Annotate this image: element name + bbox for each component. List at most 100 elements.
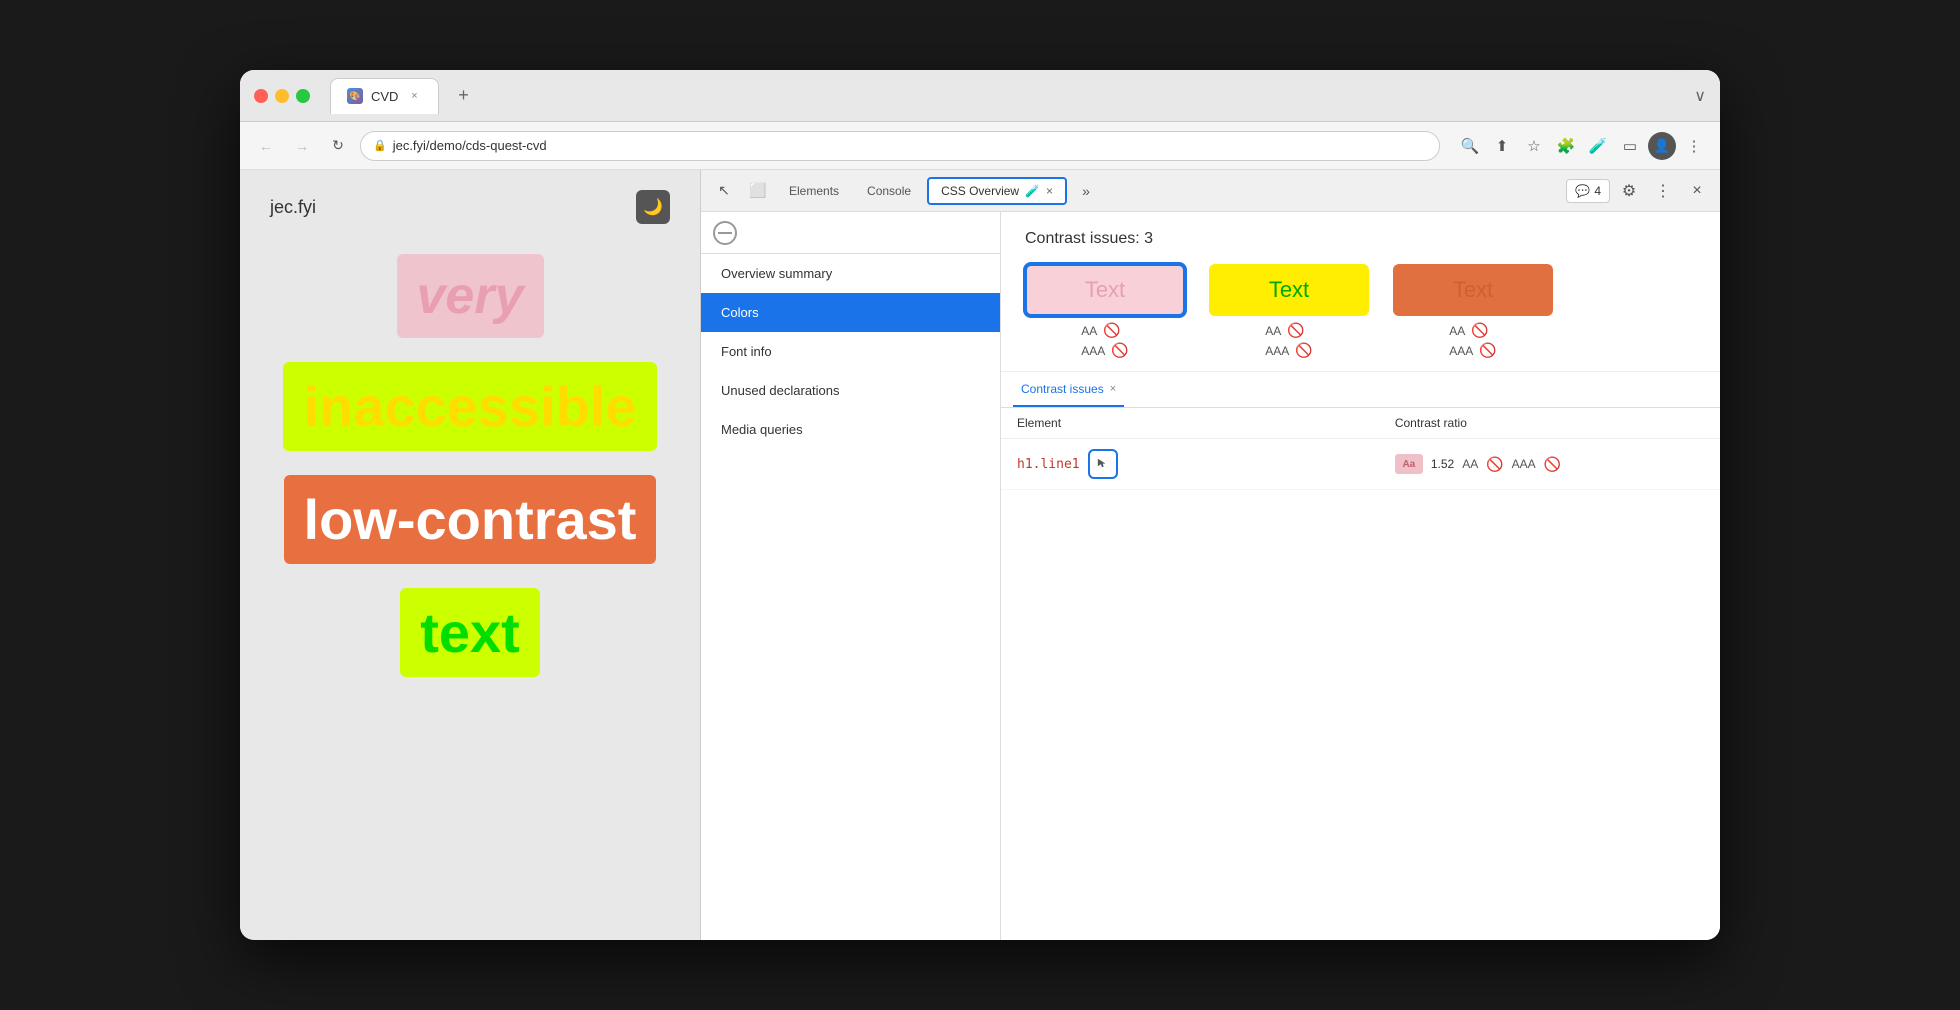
sidebar-item-overview-summary[interactable]: Overview summary	[701, 254, 1000, 293]
inspect-element-button[interactable]	[1088, 449, 1118, 479]
css-overview-label: CSS Overview	[941, 184, 1019, 198]
inspect-element-icon[interactable]: ↖	[709, 176, 739, 206]
new-tab-button[interactable]: +	[449, 82, 477, 110]
contrast-box-3[interactable]: Text	[1393, 264, 1553, 316]
tab-close-button[interactable]: ×	[406, 88, 422, 104]
lock-icon: 🔒	[373, 139, 387, 152]
navigation-bar: ← → ↻ 🔒 jec.fyi/demo/cds-quest-cvd 🔍 ⬆ ☆…	[240, 122, 1720, 170]
bottom-tabs: Contrast issues ×	[1001, 372, 1720, 408]
css-overview-close[interactable]: ×	[1046, 184, 1053, 198]
main-content: jec.fyi 🌙 very inaccessible low-contrast…	[240, 170, 1720, 940]
contrast-issues-tab[interactable]: Contrast issues ×	[1013, 372, 1124, 407]
sidebar-item-colors[interactable]: Colors	[701, 293, 1000, 332]
menu-icon[interactable]: ⋮	[1680, 132, 1708, 160]
color-swatch: Aa	[1395, 454, 1423, 474]
element-cell: h1.line1	[1017, 449, 1395, 479]
contrast-issues-tab-label: Contrast issues	[1021, 382, 1104, 396]
aaa-no-sign-3: 🚫	[1479, 342, 1496, 359]
sidebar-item-unused-declarations[interactable]: Unused declarations	[701, 371, 1000, 410]
devtools-header: ↖ ⬜ Elements Console CSS Overview 🧪 × » …	[701, 170, 1720, 212]
tab-css-overview[interactable]: CSS Overview 🧪 ×	[927, 177, 1067, 205]
contrast-ratings-2: AA 🚫 AAA 🚫	[1265, 322, 1312, 359]
issues-icon: 💬	[1575, 184, 1590, 198]
devtools-main-area: Contrast issues: 3 Text AA 🚫	[1001, 212, 1720, 940]
contrast-table: Element Contrast ratio h1.line1	[1001, 408, 1720, 940]
css-overview-icon: 🧪	[1025, 184, 1040, 198]
profile-avatar[interactable]: 👤	[1648, 132, 1676, 160]
contrast-boxes: Text AA 🚫 AAA 🚫	[1025, 264, 1696, 359]
sidebar-icon[interactable]: ▭	[1616, 132, 1644, 160]
labs-icon[interactable]: 🧪	[1584, 132, 1612, 160]
device-toolbar-icon[interactable]: ⬜	[743, 176, 773, 206]
issues-badge[interactable]: 💬 4	[1566, 179, 1610, 203]
minimize-traffic-light[interactable]	[275, 89, 289, 103]
element-selector: h1.line1	[1017, 457, 1080, 472]
swatch-label: Aa	[1402, 459, 1415, 470]
contrast-issues-tab-close[interactable]: ×	[1110, 383, 1116, 395]
forward-button: →	[288, 132, 316, 160]
table-row: h1.line1 Aa	[1001, 439, 1720, 490]
contrast-ratings-3: AA 🚫 AAA 🚫	[1449, 322, 1496, 359]
address-text: jec.fyi/demo/cds-quest-cvd	[393, 138, 1427, 153]
reload-button[interactable]: ↻	[324, 132, 352, 160]
aaa-rating-3: AAA 🚫	[1449, 342, 1496, 359]
contrast-issues-title: Contrast issues: 3	[1025, 230, 1696, 248]
aa-fail-icon: 🚫	[1486, 456, 1503, 473]
page-header: jec.fyi 🌙	[270, 190, 670, 224]
tab-elements[interactable]: Elements	[777, 178, 851, 204]
aa-no-sign-2: 🚫	[1287, 322, 1304, 339]
aaa-rating-2: AAA 🚫	[1265, 342, 1312, 359]
address-bar[interactable]: 🔒 jec.fyi/demo/cds-quest-cvd	[360, 131, 1440, 161]
demo-word-text: text	[400, 588, 540, 677]
contrast-ratio-value: 1.52	[1431, 457, 1454, 471]
title-bar-dropdown[interactable]: ∨	[1694, 86, 1706, 106]
aaa-label-2: AAA	[1265, 344, 1289, 358]
extensions-icon[interactable]: 🧩	[1552, 132, 1580, 160]
element-column-header: Element	[1017, 416, 1395, 430]
contrast-ratings-1: AA 🚫 AAA 🚫	[1081, 322, 1128, 359]
bookmark-icon[interactable]: ☆	[1520, 132, 1548, 160]
sidebar-item-media-queries[interactable]: Media queries	[701, 410, 1000, 449]
back-button: ←	[252, 132, 280, 160]
issues-count: 4	[1594, 184, 1601, 198]
contrast-ratio-cell: Aa 1.52 AA 🚫 AAA 🚫	[1395, 454, 1704, 474]
contrast-detail-panel: Contrast issues × Element Contrast ratio	[1001, 372, 1720, 940]
contrast-ratio-column-header: Contrast ratio	[1395, 416, 1704, 430]
aaa-no-sign-1: 🚫	[1111, 342, 1128, 359]
contrast-box-1[interactable]: Text	[1025, 264, 1185, 316]
aa-label-3: AA	[1449, 324, 1465, 338]
aa-label-1: AA	[1081, 324, 1097, 338]
contrast-box-1-wrapper: Text AA 🚫 AAA 🚫	[1025, 264, 1185, 359]
page-content: jec.fyi 🌙 very inaccessible low-contrast…	[240, 170, 700, 940]
browser-tab[interactable]: 🎨 CVD ×	[330, 78, 439, 114]
demo-word-very: very	[397, 254, 544, 338]
table-header: Element Contrast ratio	[1001, 408, 1720, 439]
aaa-label: AAA	[1512, 457, 1536, 471]
aa-label: AA	[1462, 457, 1478, 471]
kebab-menu-button[interactable]: ⋮	[1648, 176, 1678, 206]
close-traffic-light[interactable]	[254, 89, 268, 103]
more-tabs-button[interactable]: »	[1071, 176, 1101, 206]
tab-console[interactable]: Console	[855, 178, 923, 204]
aaa-fail-icon: 🚫	[1544, 456, 1561, 473]
maximize-traffic-light[interactable]	[296, 89, 310, 103]
search-icon[interactable]: 🔍	[1456, 132, 1484, 160]
dark-mode-button[interactable]: 🌙	[636, 190, 670, 224]
sidebar-top	[701, 212, 1000, 254]
aa-rating-3: AA 🚫	[1449, 322, 1496, 339]
tab-favicon-icon: 🎨	[347, 88, 363, 104]
contrast-box-2[interactable]: Text	[1209, 264, 1369, 316]
aaa-label-3: AAA	[1449, 344, 1473, 358]
contrast-box-3-wrapper: Text AA 🚫 AAA 🚫	[1393, 264, 1553, 359]
settings-button[interactable]: ⚙	[1614, 176, 1644, 206]
sidebar-item-font-info[interactable]: Font info	[701, 332, 1000, 371]
aa-rating-2: AA 🚫	[1265, 322, 1312, 339]
css-overview-sidebar: Overview summary Colors Font info Unused…	[701, 212, 1001, 940]
devtools-close-button[interactable]: ×	[1682, 176, 1712, 206]
demo-word-inaccessible: inaccessible	[283, 362, 656, 451]
devtools-panel: ↖ ⬜ Elements Console CSS Overview 🧪 × » …	[700, 170, 1720, 940]
aaa-rating-1: AAA 🚫	[1081, 342, 1128, 359]
share-icon[interactable]: ⬆	[1488, 132, 1516, 160]
no-entry-icon	[713, 221, 737, 245]
aa-label-2: AA	[1265, 324, 1281, 338]
